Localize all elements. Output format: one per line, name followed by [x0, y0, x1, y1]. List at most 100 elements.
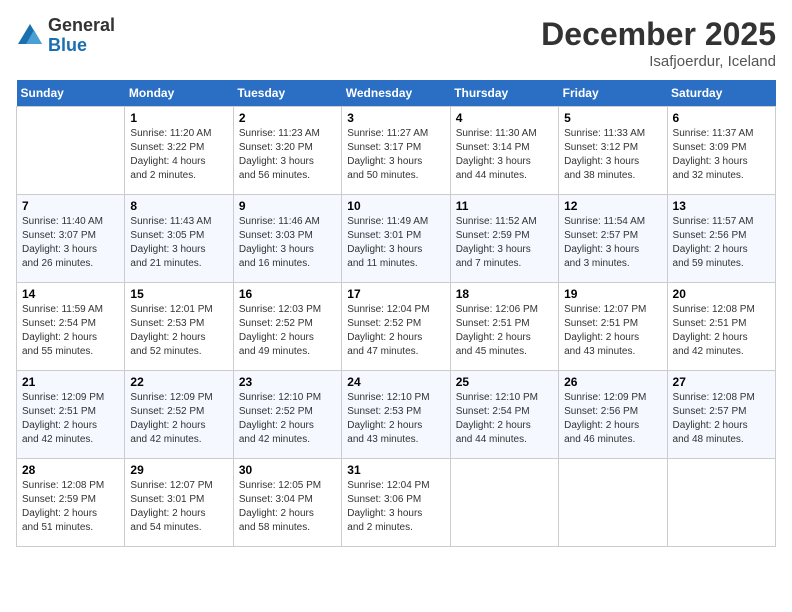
logo: General Blue: [16, 16, 115, 56]
col-thursday: Thursday: [450, 80, 558, 107]
week-row-5: 28Sunrise: 12:08 PMSunset: 2:59 PMDaylig…: [17, 459, 776, 547]
calendar-cell: 15 Sunrise: 12:01 PMSunset: 2:53 PMDaylig…: [125, 283, 233, 371]
day-info: Sunrise: 11:52 AMSunset: 2:59 PMDaylight…: [456, 215, 553, 271]
calendar-cell: 19 Sunrise: 12:07 PMSunset: 2:51 PMDaylig…: [559, 283, 667, 371]
title-block: December 2025 Isafjoerdur, Iceland: [541, 16, 776, 70]
day-number: 11: [456, 199, 553, 213]
calendar-cell: 22Sunrise: 12:09 PMSunset: 2:52 PMDaylig…: [125, 371, 233, 459]
day-number: 12: [564, 199, 661, 213]
day-number: 1: [130, 111, 227, 125]
col-sunday: Sunday: [17, 80, 125, 107]
week-row-3: 14 Sunrise: 11:59 AMSunset: 2:54 PMDaylig…: [17, 283, 776, 371]
day-info: Sunrise: 12:04 PMSunset: 3:06 PMDaylight…: [347, 479, 444, 535]
day-info: Sunrise: 11:30 AMSunset: 3:14 PMDaylight…: [456, 127, 553, 183]
calendar-cell: [559, 459, 667, 547]
month-title: December 2025: [541, 16, 776, 53]
day-number: 30: [239, 463, 336, 477]
day-info: Sunrise: 12:07 PMSunset: 3:01 PMDaylight…: [130, 479, 227, 535]
day-number: 28: [22, 463, 119, 477]
day-number: 18: [456, 287, 553, 301]
calendar-cell: [17, 107, 125, 195]
col-friday: Friday: [559, 80, 667, 107]
calendar-table: Sunday Monday Tuesday Wednesday Thursday…: [16, 80, 776, 547]
day-info: Sunrise: 11:37 AMSunset: 3:09 PMDaylight…: [673, 127, 770, 183]
day-info: Sunrise: 12:03 PMSunset: 2:52 PMDaylight…: [239, 303, 336, 359]
calendar-cell: 11 Sunrise: 11:52 AMSunset: 2:59 PMDaylig…: [450, 195, 558, 283]
calendar-cell: 20Sunrise: 12:08 PMSunset: 2:51 PMDaylig…: [667, 283, 775, 371]
day-number: 27: [673, 375, 770, 389]
calendar-cell: 8 Sunrise: 11:43 AMSunset: 3:05 PMDayligh…: [125, 195, 233, 283]
day-info: Sunrise: 11:40 AMSunset: 3:07 PMDaylight…: [22, 215, 119, 271]
calendar-cell: 12Sunrise: 11:54 AMSunset: 2:57 PMDaylig…: [559, 195, 667, 283]
day-number: 8: [130, 199, 227, 213]
calendar-cell: 7 Sunrise: 11:40 AMSunset: 3:07 PMDayligh…: [17, 195, 125, 283]
calendar-cell: 31 Sunrise: 12:04 PMSunset: 3:06 PMDaylig…: [342, 459, 450, 547]
calendar-cell: 30 Sunrise: 12:05 PMSunset: 3:04 PMDaylig…: [233, 459, 341, 547]
calendar-cell: [450, 459, 558, 547]
day-info: Sunrise: 12:09 PMSunset: 2:52 PMDaylight…: [130, 391, 227, 447]
day-number: 10: [347, 199, 444, 213]
logo-general: General: [48, 15, 115, 35]
calendar-cell: [667, 459, 775, 547]
calendar-cell: 16 Sunrise: 12:03 PMSunset: 2:52 PMDaylig…: [233, 283, 341, 371]
col-saturday: Saturday: [667, 80, 775, 107]
calendar-cell: 5 Sunrise: 11:33 AMSunset: 3:12 PMDayligh…: [559, 107, 667, 195]
week-row-4: 21Sunrise: 12:09 PMSunset: 2:51 PMDaylig…: [17, 371, 776, 459]
day-number: 23: [239, 375, 336, 389]
logo-text: General Blue: [48, 16, 115, 56]
calendar-cell: 1 Sunrise: 11:20 AMSunset: 3:22 PMDayligh…: [125, 107, 233, 195]
day-number: 3: [347, 111, 444, 125]
week-row-2: 7 Sunrise: 11:40 AMSunset: 3:07 PMDayligh…: [17, 195, 776, 283]
day-number: 26: [564, 375, 661, 389]
day-number: 21: [22, 375, 119, 389]
day-info: Sunrise: 11:59 AMSunset: 2:54 PMDaylight…: [22, 303, 119, 359]
calendar-cell: 24Sunrise: 12:10 PMSunset: 2:53 PMDaylig…: [342, 371, 450, 459]
day-info: Sunrise: 12:05 PMSunset: 3:04 PMDaylight…: [239, 479, 336, 535]
week-row-1: 1 Sunrise: 11:20 AMSunset: 3:22 PMDayligh…: [17, 107, 776, 195]
calendar-cell: 29 Sunrise: 12:07 PMSunset: 3:01 PMDaylig…: [125, 459, 233, 547]
calendar-cell: 14 Sunrise: 11:59 AMSunset: 2:54 PMDaylig…: [17, 283, 125, 371]
logo-blue: Blue: [48, 35, 87, 55]
calendar-cell: 27 Sunrise: 12:08 PMSunset: 2:57 PMDaylig…: [667, 371, 775, 459]
calendar-cell: 4Sunrise: 11:30 AMSunset: 3:14 PMDayligh…: [450, 107, 558, 195]
day-number: 25: [456, 375, 553, 389]
calendar-cell: 10 Sunrise: 11:49 AMSunset: 3:01 PMDaylig…: [342, 195, 450, 283]
calendar-cell: 13Sunrise: 11:57 AMSunset: 2:56 PMDaylig…: [667, 195, 775, 283]
day-number: 29: [130, 463, 227, 477]
day-number: 15: [130, 287, 227, 301]
day-number: 31: [347, 463, 444, 477]
day-number: 6: [673, 111, 770, 125]
day-info: Sunrise: 12:09 PMSunset: 2:56 PMDaylight…: [564, 391, 661, 447]
page-header: General Blue December 2025 Isafjoerdur, …: [16, 16, 776, 70]
day-info: Sunrise: 12:10 PMSunset: 2:54 PMDaylight…: [456, 391, 553, 447]
day-number: 20: [673, 287, 770, 301]
day-info: Sunrise: 11:43 AMSunset: 3:05 PMDaylight…: [130, 215, 227, 271]
day-number: 13: [673, 199, 770, 213]
calendar-cell: 23Sunrise: 12:10 PMSunset: 2:52 PMDaylig…: [233, 371, 341, 459]
calendar-cell: 3Sunrise: 11:27 AMSunset: 3:17 PMDayligh…: [342, 107, 450, 195]
day-info: Sunrise: 12:07 PMSunset: 2:51 PMDaylight…: [564, 303, 661, 359]
calendar-cell: 21Sunrise: 12:09 PMSunset: 2:51 PMDaylig…: [17, 371, 125, 459]
day-info: Sunrise: 11:33 AMSunset: 3:12 PMDaylight…: [564, 127, 661, 183]
col-wednesday: Wednesday: [342, 80, 450, 107]
day-number: 19: [564, 287, 661, 301]
day-info: Sunrise: 11:46 AMSunset: 3:03 PMDaylight…: [239, 215, 336, 271]
calendar-cell: 9Sunrise: 11:46 AMSunset: 3:03 PMDayligh…: [233, 195, 341, 283]
day-info: Sunrise: 12:04 PMSunset: 2:52 PMDaylight…: [347, 303, 444, 359]
calendar-cell: 2Sunrise: 11:23 AMSunset: 3:20 PMDayligh…: [233, 107, 341, 195]
day-number: 14: [22, 287, 119, 301]
calendar-cell: 18Sunrise: 12:06 PMSunset: 2:51 PMDaylig…: [450, 283, 558, 371]
day-info: Sunrise: 11:49 AMSunset: 3:01 PMDaylight…: [347, 215, 444, 271]
day-info: Sunrise: 12:01 PMSunset: 2:53 PMDaylight…: [130, 303, 227, 359]
day-number: 24: [347, 375, 444, 389]
day-number: 7: [22, 199, 119, 213]
day-info: Sunrise: 11:20 AMSunset: 3:22 PMDaylight…: [130, 127, 227, 183]
day-number: 16: [239, 287, 336, 301]
day-number: 17: [347, 287, 444, 301]
day-info: Sunrise: 11:23 AMSunset: 3:20 PMDaylight…: [239, 127, 336, 183]
calendar-cell: 6 Sunrise: 11:37 AMSunset: 3:09 PMDayligh…: [667, 107, 775, 195]
day-number: 5: [564, 111, 661, 125]
subtitle: Isafjoerdur, Iceland: [541, 53, 776, 70]
col-monday: Monday: [125, 80, 233, 107]
day-info: Sunrise: 12:08 PMSunset: 2:57 PMDaylight…: [673, 391, 770, 447]
